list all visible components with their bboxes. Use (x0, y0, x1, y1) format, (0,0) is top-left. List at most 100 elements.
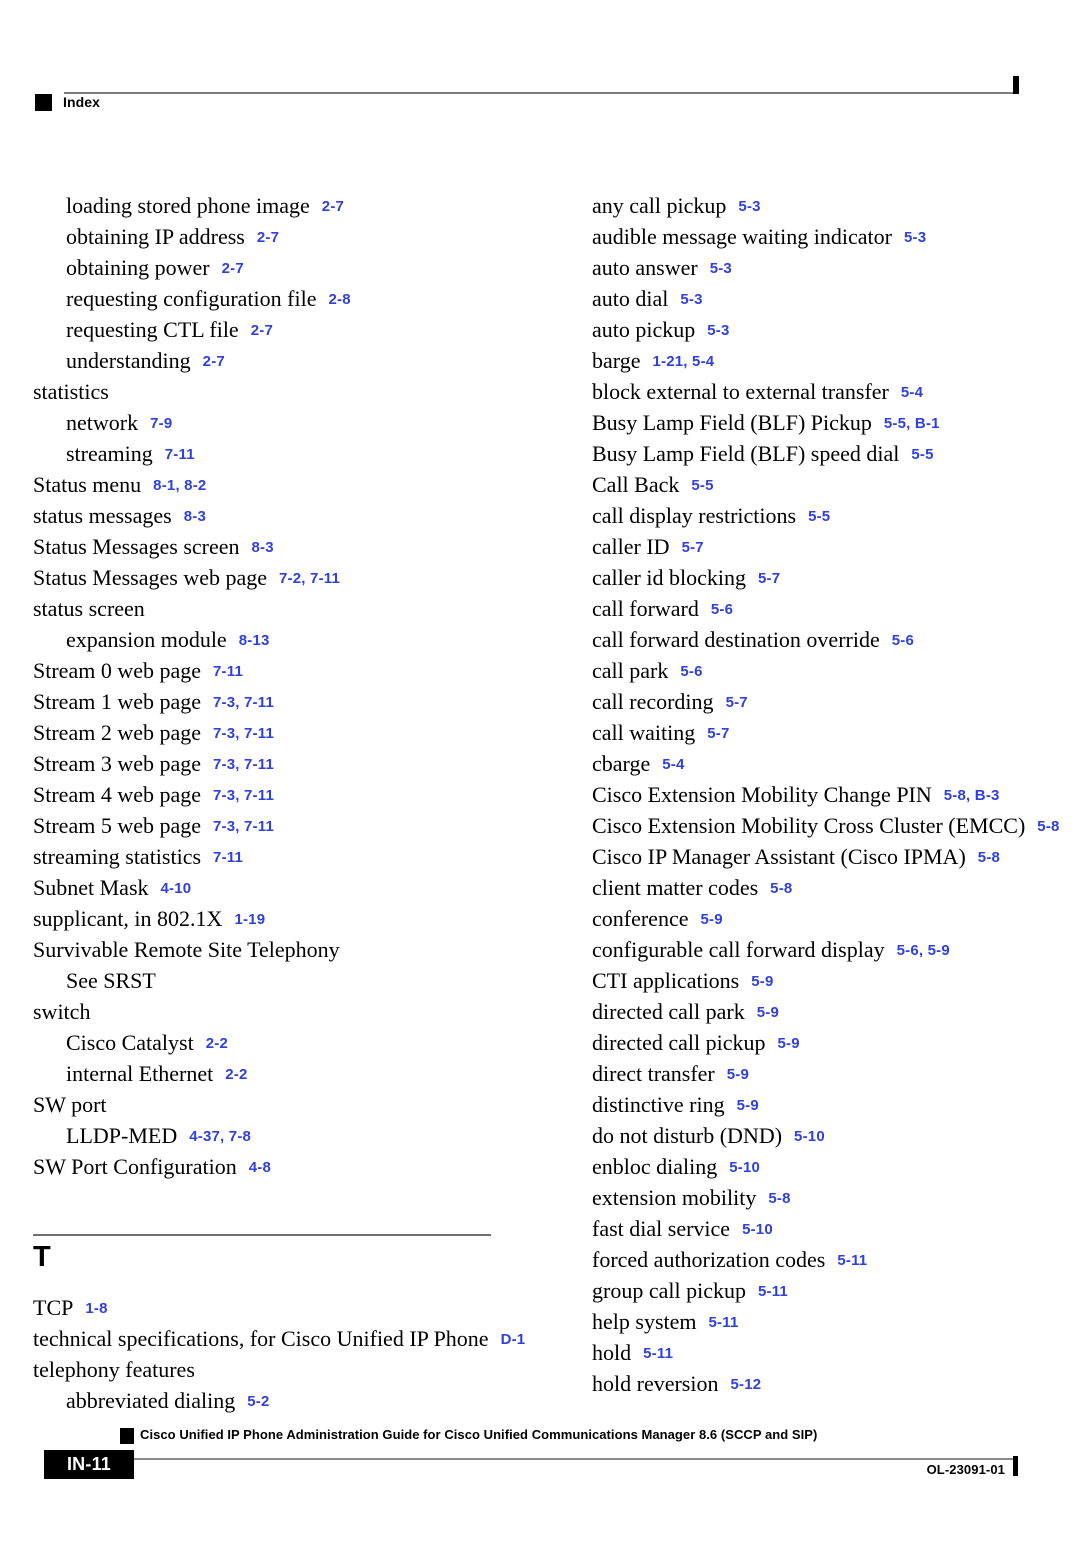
index-entry: Call Back 5-5 (592, 469, 1062, 500)
index-entry-page-ref[interactable]: 5-6 (680, 663, 702, 680)
footer-divider (64, 1458, 1015, 1460)
index-entry: cbarge 5-4 (592, 748, 1062, 779)
index-entry-page-ref[interactable]: 7-3, 7-11 (213, 725, 274, 742)
index-entry-page-ref[interactable]: 2-7 (251, 322, 273, 339)
index-entry-page-ref[interactable]: 5-8 (978, 849, 1000, 866)
index-entry-page-ref[interactable]: 5-6 (711, 601, 733, 618)
index-entry-page-ref[interactable]: 7-3, 7-11 (213, 756, 274, 773)
index-entry-page-ref[interactable]: 5-3 (738, 198, 760, 215)
index-entry-term: Status Messages screen (33, 534, 240, 559)
index-entry-term: distinctive ring (592, 1092, 725, 1117)
header-divider (64, 92, 1015, 94)
index-entry-page-ref[interactable]: 5-5, B-1 (884, 415, 940, 432)
index-entry-term: audible message waiting indicator (592, 224, 892, 249)
index-entry-page-ref[interactable]: 5-7 (707, 725, 729, 742)
index-entry-page-ref[interactable]: 5-9 (757, 1004, 779, 1021)
index-entry-page-ref[interactable]: 2-7 (322, 198, 344, 215)
index-entry-page-ref[interactable]: 5-2 (247, 1393, 269, 1410)
index-entry-page-ref[interactable]: 5-9 (700, 911, 722, 928)
index-entry-term: statistics (33, 379, 109, 404)
index-entry-page-ref[interactable]: 7-11 (213, 663, 243, 680)
index-entry-page-ref[interactable]: 7-11 (213, 849, 243, 866)
index-entry-page-ref[interactable]: 5-7 (682, 539, 704, 556)
index-entry-page-ref[interactable]: 5-9 (777, 1035, 799, 1052)
index-entry: TCP 1-8 (33, 1292, 503, 1323)
index-entry-page-ref[interactable]: 7-3, 7-11 (213, 818, 274, 835)
index-entry: switch (33, 996, 503, 1027)
index-entry-page-ref[interactable]: 5-11 (643, 1345, 673, 1362)
index-entry-term: expansion module (66, 627, 227, 652)
index-entry-term: Stream 5 web page (33, 813, 201, 838)
index-entry-page-ref[interactable]: 2-2 (206, 1035, 228, 1052)
index-entry-page-ref[interactable]: 8-13 (239, 632, 270, 649)
index-entry-page-ref[interactable]: 5-10 (729, 1159, 760, 1176)
index-entry-page-ref[interactable]: 5-8 (770, 880, 792, 897)
index-entry-page-ref[interactable]: 4-10 (161, 880, 192, 897)
index-entry-term: call recording (592, 689, 714, 714)
index-entry: block external to external transfer 5-4 (592, 376, 1062, 407)
index-entry-term: Stream 0 web page (33, 658, 201, 683)
black-square-icon (35, 94, 52, 111)
index-entry-page-ref[interactable]: 5-6 (892, 632, 914, 649)
index-entry-page-ref[interactable]: 5-5 (808, 508, 830, 525)
index-entry-page-ref[interactable]: 1-19 (234, 911, 265, 928)
index-entry-page-ref[interactable]: 5-4 (901, 384, 923, 401)
index-entry-page-ref[interactable]: 5-11 (837, 1252, 867, 1269)
index-entry-page-ref[interactable]: 5-11 (758, 1283, 788, 1300)
index-entry-page-ref[interactable]: 7-9 (150, 415, 172, 432)
index-entry-page-ref[interactable]: 4-8 (249, 1159, 271, 1176)
index-entry-page-ref[interactable]: 5-11 (709, 1314, 739, 1331)
section-letter-label: T (33, 1241, 51, 1273)
index-entry-page-ref[interactable]: 5-3 (904, 229, 926, 246)
index-entry-page-ref[interactable]: 5-3 (680, 291, 702, 308)
index-entry: distinctive ring 5-9 (592, 1089, 1062, 1120)
index-entry: Subnet Mask 4-10 (33, 872, 503, 903)
index-entry-page-ref[interactable]: 5-5 (691, 477, 713, 494)
index-entry-page-ref[interactable]: 5-7 (726, 694, 748, 711)
index-entry: group call pickup 5-11 (592, 1275, 1062, 1306)
index-entry: enbloc dialing 5-10 (592, 1151, 1062, 1182)
index-entry-page-ref[interactable]: 5-7 (758, 570, 780, 587)
index-entry-page-ref[interactable]: 7-11 (165, 446, 195, 463)
index-entry-page-ref[interactable]: 7-2, 7-11 (279, 570, 340, 587)
index-entry-page-ref[interactable]: 5-9 (727, 1066, 749, 1083)
index-entry-page-ref[interactable]: 5-4 (662, 756, 684, 773)
index-entry-page-ref[interactable]: 8-3 (252, 539, 274, 556)
index-entry-term: enbloc dialing (592, 1154, 718, 1179)
index-entry-page-ref[interactable]: 2-7 (222, 260, 244, 277)
index-entry-page-ref[interactable]: 2-7 (257, 229, 279, 246)
index-entry-page-ref[interactable]: 5-5 (911, 446, 933, 463)
index-entry-term: hold reversion (592, 1371, 719, 1396)
index-entry-page-ref[interactable]: 5-8 (768, 1190, 790, 1207)
index-entry-term: loading stored phone image (66, 193, 310, 218)
index-entry-page-ref[interactable]: 5-8, B-3 (944, 787, 1000, 804)
index-entry-page-ref[interactable]: 5-12 (730, 1376, 761, 1393)
index-entry-page-ref[interactable]: 7-3, 7-11 (213, 694, 274, 711)
index-entry-term: LLDP-MED (66, 1123, 178, 1148)
index-entry-page-ref[interactable]: 2-7 (203, 353, 225, 370)
index-entry-term: Subnet Mask (33, 875, 149, 900)
index-entry-page-ref[interactable]: 5-3 (707, 322, 729, 339)
index-entry-term: understanding (66, 348, 191, 373)
index-entry-page-ref[interactable]: 7-3, 7-11 (213, 787, 274, 804)
index-entry-page-ref[interactable]: 8-3 (184, 508, 206, 525)
index-entry-page-ref[interactable]: 5-9 (737, 1097, 759, 1114)
index-entry-page-ref[interactable]: 2-8 (328, 291, 350, 308)
index-entry-page-ref[interactable]: 5-9 (751, 973, 773, 990)
index-entry-term: auto dial (592, 286, 669, 311)
index-entry-page-ref[interactable]: 5-6, 5-9 (897, 942, 950, 959)
index-entry: call recording 5-7 (592, 686, 1062, 717)
index-entry-page-ref[interactable]: 4-37, 7-8 (189, 1128, 251, 1145)
index-entry-page-ref[interactable]: 1-8 (85, 1300, 107, 1317)
index-entry-page-ref[interactable]: 5-3 (710, 260, 732, 277)
index-entry-page-ref[interactable]: 1-21, 5-4 (652, 353, 714, 370)
index-entry-page-ref[interactable]: 2-2 (225, 1066, 247, 1083)
index-entry-page-ref[interactable]: 5-8 (1037, 818, 1059, 835)
index-entry-page-ref[interactable]: 5-10 (742, 1221, 773, 1238)
index-entry-page-ref[interactable]: 5-10 (794, 1128, 825, 1145)
index-entry-page-ref[interactable]: 8-1, 8-2 (153, 477, 206, 494)
index-entry-page-ref[interactable]: D-1 (501, 1331, 526, 1348)
index-entry: call waiting 5-7 (592, 717, 1062, 748)
index-entry: Stream 4 web page 7-3, 7-11 (33, 779, 503, 810)
